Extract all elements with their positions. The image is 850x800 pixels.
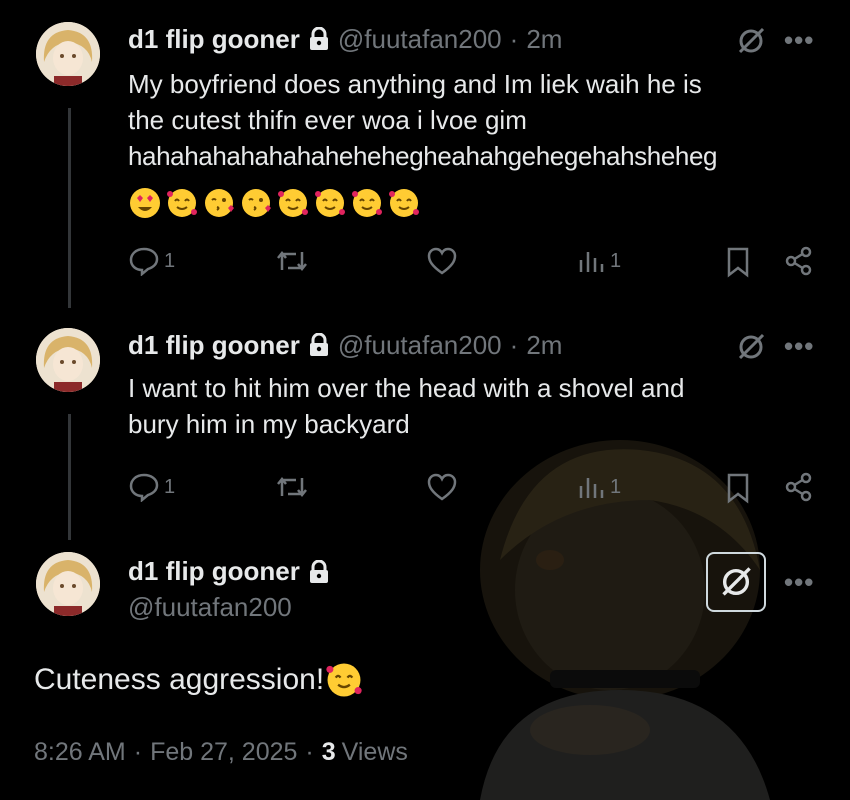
views-count: 1 (610, 249, 622, 272)
separator: · (305, 738, 314, 766)
views-button[interactable]: 1 (576, 246, 621, 276)
tweet-header: d1 flip gooner @fuutafan200 · 2m (128, 24, 562, 54)
lock-icon (308, 27, 330, 51)
post-date[interactable]: Feb 27, 2025 (150, 738, 297, 767)
tweet-text-line: hahahahahahahahehehegheahahgehegehahsheh… (128, 141, 718, 171)
share-button[interactable] (784, 472, 814, 502)
separator: · (509, 24, 519, 54)
tweet-meta: 8:26 AM · Feb 27, 2025 · 3 Views (34, 738, 408, 767)
separator: · (509, 330, 519, 360)
views-label: Views (341, 738, 408, 766)
like-button[interactable] (426, 246, 458, 276)
tweet-actions: 1 1 (128, 246, 818, 282)
bookmark-button[interactable] (724, 246, 752, 278)
smiling-hearts-emoji (326, 663, 362, 697)
views-count: 1 (610, 475, 622, 498)
kissing-heart-emoji (205, 189, 234, 217)
grok-button[interactable] (706, 552, 766, 612)
heart-eyes-emoji (130, 188, 160, 218)
smiling-hearts-emoji (315, 189, 345, 217)
tweet-text: I want to hit him over the head with a s… (128, 370, 828, 442)
views-icon (579, 252, 604, 272)
grok-icon[interactable] (734, 24, 768, 58)
avatar[interactable] (36, 328, 100, 392)
main-tweet-text: Cuteness aggression! (34, 660, 364, 700)
more-icon[interactable]: ••• (784, 569, 814, 595)
like-icon (427, 473, 457, 501)
views-icon (579, 478, 604, 498)
more-icon[interactable]: ••• (784, 333, 814, 359)
handle[interactable]: @fuutafan200 (338, 24, 502, 54)
reply-button[interactable]: 1 (128, 472, 175, 502)
display-name[interactable]: d1 flip gooner (128, 24, 300, 54)
retweet-icon (277, 476, 307, 498)
reply-button[interactable]: 1 (128, 246, 175, 276)
handle[interactable]: @fuutafan200 (338, 330, 502, 360)
reply-icon (129, 247, 159, 276)
smiling-hearts-emoji (278, 189, 308, 217)
share-button[interactable] (784, 246, 814, 276)
thread-line (68, 108, 71, 308)
grok-icon (722, 567, 751, 596)
tweet-text-line: I want to hit him over the head with a s… (128, 373, 685, 403)
display-name[interactable]: d1 flip gooner (128, 556, 300, 587)
avatar[interactable] (36, 552, 100, 616)
retweet-button[interactable] (274, 472, 310, 502)
tweet-text: My boyfriend does anything and Im liek w… (128, 66, 828, 174)
reply-count: 1 (164, 475, 176, 498)
bookmark-icon (727, 473, 749, 504)
avatar[interactable] (36, 22, 100, 86)
share-icon (785, 246, 812, 276)
smiling-hearts-emoji (352, 189, 382, 217)
background-artwork (480, 440, 770, 800)
tweet-text-line: bury him in my backyard (128, 409, 410, 439)
share-icon (785, 472, 812, 502)
main-tweet-text-content: Cuteness aggression! (34, 663, 325, 696)
retweet-button[interactable] (274, 246, 310, 276)
tweet-actions: 1 1 (128, 472, 818, 508)
more-icon[interactable]: ••• (784, 27, 814, 53)
views-count: 3 (321, 738, 336, 766)
separator: · (133, 738, 143, 766)
grok-icon[interactable] (734, 330, 768, 364)
tweet-text-line: the cutest thifn ever woa i lvoe gim (128, 105, 527, 135)
like-icon (427, 247, 457, 275)
bookmark-button[interactable] (724, 472, 752, 504)
timestamp[interactable]: 2m (526, 330, 562, 360)
reply-count: 1 (164, 249, 176, 272)
emoji-row (128, 186, 421, 220)
main-tweet-header: d1 flip gooner (128, 556, 338, 587)
views-button[interactable]: 1 (576, 472, 621, 502)
bookmark-icon (727, 247, 749, 278)
smiling-hearts-emoji (389, 189, 419, 217)
like-button[interactable] (426, 472, 458, 502)
tweet-header: d1 flip gooner @fuutafan200 · 2m (128, 330, 562, 360)
lock-icon (308, 559, 330, 584)
tweet-text-line: My boyfriend does anything and Im liek w… (128, 69, 702, 99)
retweet-icon (277, 250, 307, 272)
display-name[interactable]: d1 flip gooner (128, 330, 300, 360)
post-time[interactable]: 8:26 AM (34, 738, 126, 767)
handle[interactable]: @fuutafan200 (128, 592, 292, 623)
kissing-heart-emoji (242, 189, 271, 217)
timestamp[interactable]: 2m (526, 24, 562, 54)
reply-icon (129, 473, 159, 502)
lock-icon (308, 333, 330, 357)
smiling-hearts-emoji (167, 189, 197, 217)
thread-line (68, 414, 71, 540)
